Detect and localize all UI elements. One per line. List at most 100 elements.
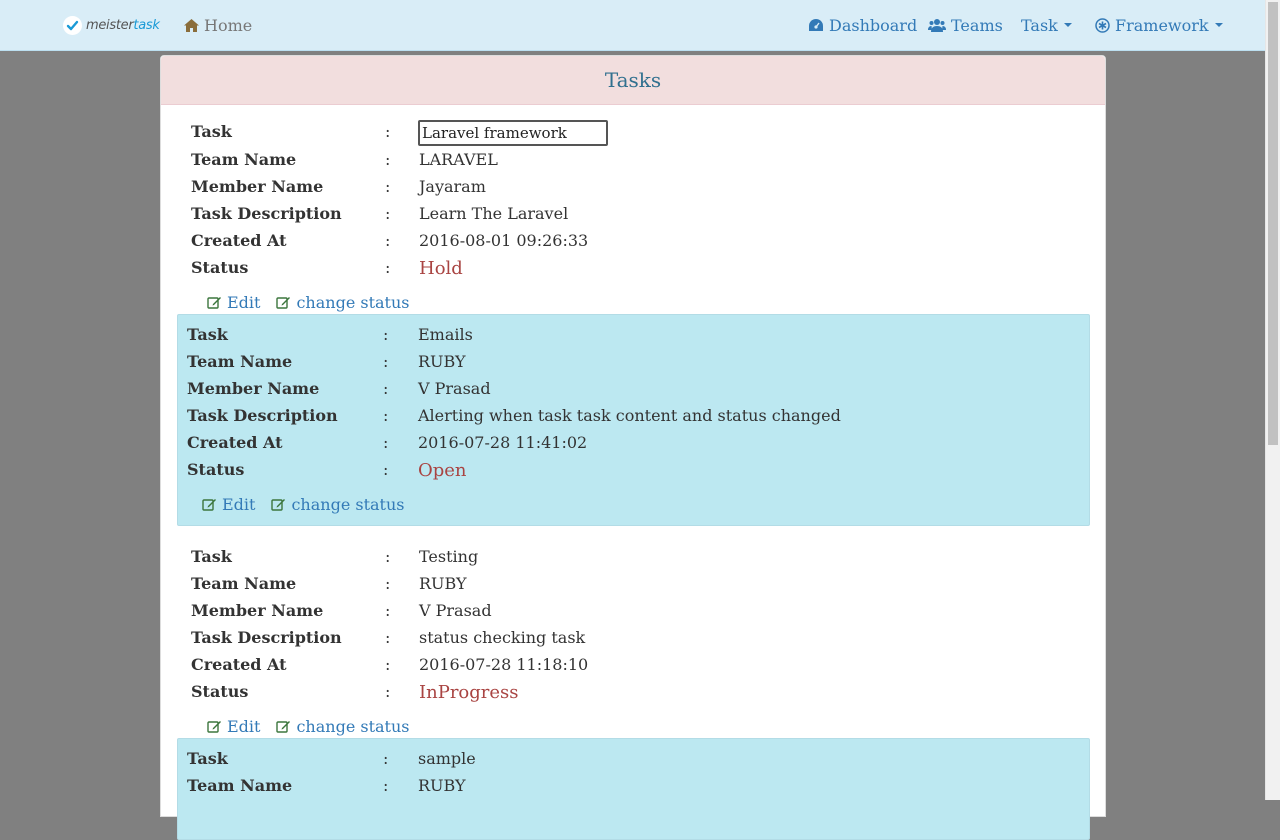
created-value: 2016-07-28 11:18:10 bbox=[419, 654, 589, 674]
team-value: RUBY bbox=[419, 573, 467, 593]
task-label: Task bbox=[187, 324, 228, 344]
users-icon bbox=[928, 19, 946, 32]
member-label: Member Name bbox=[187, 378, 320, 398]
edit-icon bbox=[207, 721, 221, 733]
status-label: Status bbox=[187, 459, 245, 479]
edit-icon bbox=[276, 721, 291, 733]
top-navbar: meistertask Home Dashboard Teams Task Fr… bbox=[0, 0, 1265, 51]
colon: : bbox=[385, 176, 391, 196]
task-item: Task : sample Team Name : RUBY bbox=[177, 738, 1090, 840]
edit-label: Edit bbox=[227, 716, 261, 736]
change-status-link[interactable]: change status bbox=[271, 494, 405, 514]
member-label: Member Name bbox=[191, 176, 324, 196]
created-label: Created At bbox=[191, 654, 287, 674]
nav-teams-label: Teams bbox=[951, 15, 1003, 35]
description-value: Alerting when task task content and stat… bbox=[418, 405, 841, 425]
colon: : bbox=[385, 654, 391, 674]
brand-name: meistertask bbox=[86, 17, 160, 33]
team-value: RUBY bbox=[418, 775, 466, 795]
colon: : bbox=[385, 203, 391, 223]
member-value: V Prasad bbox=[419, 600, 492, 620]
member-value: Jayaram bbox=[419, 176, 486, 196]
colon: : bbox=[383, 324, 389, 344]
status-value: InProgress bbox=[419, 681, 519, 703]
description-label: Task Description bbox=[191, 627, 342, 647]
status-label: Status bbox=[191, 681, 249, 701]
colon: : bbox=[383, 459, 389, 479]
edit-link[interactable]: Edit bbox=[202, 495, 255, 514]
task-label: Task bbox=[187, 748, 228, 768]
nav-framework-label: Framework bbox=[1115, 15, 1209, 35]
task-item: Task : Emails Team Name : RUBY Member Na… bbox=[177, 314, 1090, 526]
nav-home[interactable]: Home bbox=[184, 14, 252, 36]
colon: : bbox=[385, 257, 391, 277]
team-label: Team Name bbox=[187, 351, 293, 371]
colon: : bbox=[383, 748, 389, 768]
status-value: Open bbox=[418, 459, 467, 481]
task-value: Emails bbox=[418, 324, 473, 344]
task-label: Task bbox=[191, 546, 232, 566]
description-value: status checking task bbox=[419, 627, 586, 647]
team-label: Team Name bbox=[187, 775, 293, 795]
edit-icon bbox=[276, 297, 291, 309]
nav-dashboard-label: Dashboard bbox=[829, 15, 918, 35]
team-value: RUBY bbox=[418, 351, 466, 371]
edit-label: Edit bbox=[222, 494, 256, 514]
nav-task-dropdown[interactable]: Task bbox=[1021, 14, 1072, 36]
member-label: Member Name bbox=[191, 600, 324, 620]
colon: : bbox=[383, 775, 389, 795]
tasks-panel: Tasks Task : Team Name : LARAVEL Member … bbox=[160, 55, 1106, 840]
member-value: V Prasad bbox=[418, 378, 491, 398]
description-label: Task Description bbox=[187, 405, 338, 425]
change-status-label: change status bbox=[291, 494, 405, 514]
change-status-label: change status bbox=[296, 716, 410, 736]
edit-icon bbox=[271, 499, 286, 511]
caret-down-icon bbox=[1214, 23, 1223, 27]
colon: : bbox=[383, 378, 389, 398]
task-actions: Edit change status bbox=[207, 291, 426, 313]
home-icon bbox=[184, 18, 199, 32]
colon: : bbox=[385, 121, 391, 141]
edit-icon bbox=[202, 499, 216, 511]
colon: : bbox=[385, 546, 391, 566]
panel-title: Tasks bbox=[161, 56, 1105, 105]
task-actions: Edit change status bbox=[207, 715, 426, 737]
brand-logo[interactable]: meistertask bbox=[63, 14, 160, 36]
task-actions: Edit change status bbox=[202, 493, 421, 515]
team-value: LARAVEL bbox=[419, 149, 498, 169]
colon: : bbox=[383, 351, 389, 371]
colon: : bbox=[383, 432, 389, 452]
nav-task-label: Task bbox=[1021, 15, 1058, 35]
status-value: Hold bbox=[419, 257, 463, 279]
nav-dashboard[interactable]: Dashboard bbox=[808, 14, 917, 36]
nav-teams[interactable]: Teams bbox=[928, 14, 1003, 36]
task-name-input[interactable] bbox=[418, 120, 608, 146]
scrollbar-thumb[interactable] bbox=[1268, 2, 1278, 445]
task-label: Task bbox=[191, 121, 232, 141]
edit-icon bbox=[207, 297, 221, 309]
edit-link[interactable]: Edit bbox=[207, 717, 260, 736]
asterisk-icon bbox=[1095, 17, 1110, 33]
colon: : bbox=[383, 405, 389, 425]
status-label: Status bbox=[191, 257, 249, 277]
colon: : bbox=[385, 230, 391, 250]
checkmark-icon bbox=[63, 15, 82, 35]
colon: : bbox=[385, 627, 391, 647]
created-label: Created At bbox=[191, 230, 287, 250]
description-value: Learn The Laravel bbox=[419, 203, 569, 223]
change-status-link[interactable]: change status bbox=[276, 293, 410, 312]
dashboard-icon bbox=[809, 19, 823, 31]
nav-home-label: Home bbox=[204, 15, 253, 35]
colon: : bbox=[385, 681, 391, 701]
team-label: Team Name bbox=[191, 149, 297, 169]
caret-down-icon bbox=[1063, 23, 1072, 27]
vertical-scrollbar[interactable] bbox=[1265, 0, 1280, 800]
colon: : bbox=[385, 600, 391, 620]
edit-link[interactable]: Edit bbox=[207, 293, 260, 312]
nav-framework-dropdown[interactable]: Framework bbox=[1095, 14, 1223, 36]
colon: : bbox=[385, 149, 391, 169]
created-value: 2016-08-01 09:26:33 bbox=[419, 230, 589, 250]
description-label: Task Description bbox=[191, 203, 342, 223]
change-status-link[interactable]: change status bbox=[276, 716, 410, 736]
created-value: 2016-07-28 11:41:02 bbox=[418, 432, 588, 452]
